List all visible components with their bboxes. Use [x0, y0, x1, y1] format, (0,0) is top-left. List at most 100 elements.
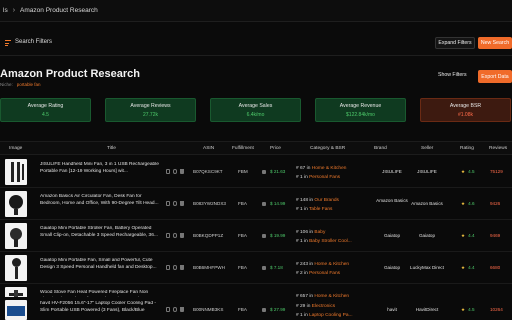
product-title[interactable]: JISULIFE Handheld Mini Fan, 3 in 1 USB R…: [40, 162, 162, 175]
price: $ 21.63: [262, 169, 285, 174]
table-row[interactable]: Gaiatop Mini Portable Stroller Fan, Batt…: [0, 220, 512, 252]
star-icon: ★: [461, 233, 466, 238]
seller[interactable]: Amazon Basics: [402, 201, 452, 206]
column-header-rating[interactable]: Rating: [460, 146, 474, 151]
category-bsr: # 29 in Electronics # 1 in Laptop Coolin…: [296, 304, 353, 318]
page-title: Amazon Product Research: [0, 68, 140, 80]
column-header-reviews[interactable]: Reviews: [489, 146, 507, 151]
product-title[interactable]: Gaiatop Mini Portable Fan, Small and Pow…: [40, 258, 162, 271]
chart-icon[interactable]: [262, 265, 266, 270]
chart-icon[interactable]: [262, 201, 266, 206]
trash-icon[interactable]: [180, 307, 184, 312]
stat-card-average-rating: Average Rating 4.5: [0, 98, 91, 122]
copy-icon[interactable]: [166, 169, 170, 174]
price: $ 19.99: [262, 233, 285, 238]
link-icon[interactable]: [173, 169, 177, 174]
filter-icon[interactable]: [5, 40, 11, 46]
product-image[interactable]: [5, 255, 27, 281]
breadcrumb-current: Amazon Product Research: [20, 7, 98, 14]
asin[interactable]: B00NNMB3KS: [193, 307, 223, 312]
expand-filters-button[interactable]: Expand Filters: [435, 37, 475, 49]
table-row[interactable]: Amazon Basics Air Circulator Fan, Desk F…: [0, 188, 512, 220]
rating: ★ 4.6: [461, 201, 475, 206]
stat-card-average-reviews: Average Reviews 27.72k: [105, 98, 196, 122]
copy-icon[interactable]: [166, 233, 170, 238]
product-title[interactable]: Gaiatop Mini Portable Stroller Fan, Batt…: [40, 226, 162, 239]
column-header-image[interactable]: Image: [9, 146, 22, 151]
niche-value: portable fan: [16, 82, 41, 87]
stat-value: 6.4k/mo: [246, 111, 265, 118]
fulfillment: FBA: [238, 307, 247, 312]
table-row[interactable]: Gaiatop Mini Portable Fan, Small and Pow…: [0, 252, 512, 284]
link-icon[interactable]: [173, 201, 177, 206]
trash-icon[interactable]: [180, 201, 184, 206]
stat-value: 27.72k: [142, 111, 158, 118]
copy-icon[interactable]: [166, 307, 170, 312]
breadcrumb-parent[interactable]: ls: [3, 7, 8, 14]
niche-line: Niche: portable fan: [0, 82, 41, 87]
column-header-category-bsr[interactable]: Category & BSR: [310, 146, 345, 151]
column-header-price[interactable]: Price: [270, 146, 281, 151]
column-header-brand[interactable]: Brand: [374, 146, 387, 151]
product-title[interactable]: havit HV-F2056 15.6"-17" Laptop Cooler C…: [40, 301, 162, 314]
stat-value: 4.5: [42, 111, 49, 118]
column-header-fulfillment[interactable]: Fulfillment: [232, 146, 254, 151]
product-image[interactable]: [5, 300, 27, 320]
seller[interactable]: Gaiatop: [402, 233, 452, 238]
trash-icon[interactable]: [180, 169, 184, 174]
asin[interactable]: B083YW2NDX3: [193, 201, 226, 206]
row-actions: [166, 265, 184, 270]
link-icon[interactable]: [173, 233, 177, 238]
link-icon[interactable]: [173, 265, 177, 270]
fulfillment: FBA: [238, 233, 247, 238]
product-image[interactable]: [5, 223, 27, 249]
chart-icon[interactable]: [262, 307, 266, 312]
product-image[interactable]: [5, 191, 27, 217]
reviews: 6680: [490, 265, 501, 270]
stat-label: Average Revenue: [339, 102, 382, 109]
product-image[interactable]: [5, 159, 27, 185]
star-icon: ★: [461, 169, 466, 174]
link-icon[interactable]: [173, 307, 177, 312]
star-icon: ★: [461, 307, 466, 312]
asin[interactable]: B0B6MHFPWH: [193, 265, 225, 270]
seller[interactable]: JISULIFE: [402, 169, 452, 174]
new-search-button[interactable]: New Search: [478, 37, 512, 49]
fulfillment: FBM: [238, 169, 248, 174]
table-row[interactable]: JISULIFE Handheld Mini Fan, 3 in 1 USB R…: [0, 156, 512, 188]
product-title[interactable]: Amazon Basics Air Circulator Fan, Desk F…: [40, 194, 162, 207]
asin[interactable]: B0BKQDPP1Z: [193, 233, 223, 238]
stat-label: Average BSR: [449, 102, 482, 109]
export-data-button[interactable]: Export Data: [478, 70, 512, 83]
show-filters-button[interactable]: Show Filters: [438, 72, 467, 78]
seller[interactable]: LuckyMax Direct: [402, 265, 452, 270]
asin[interactable]: B07QKSC9KT: [193, 169, 223, 174]
reviews: 9426: [490, 201, 501, 206]
price: $ 27.99: [262, 307, 285, 312]
niche-label: Niche:: [0, 82, 13, 87]
copy-icon[interactable]: [166, 201, 170, 206]
seller[interactable]: HavitDirect: [402, 307, 452, 312]
column-header-title[interactable]: Title: [107, 146, 116, 151]
row-actions: [166, 201, 184, 206]
stat-label: Average Sales: [238, 102, 273, 109]
chart-icon[interactable]: [262, 233, 266, 238]
column-header-seller[interactable]: Seller: [421, 146, 433, 151]
table-row[interactable]: havit HV-F2056 15.6"-17" Laptop Cooler C…: [0, 297, 512, 320]
copy-icon[interactable]: [166, 265, 170, 270]
column-header-asin[interactable]: ASIN: [203, 146, 214, 151]
price: $ 7.18: [262, 265, 283, 270]
stat-card-average-sales: Average Sales 6.4k/mo: [210, 98, 301, 122]
reviews: 75129: [490, 169, 503, 174]
row-actions: [166, 307, 184, 312]
stat-card-average-revenue: Average Revenue $122.84k/mo: [315, 98, 406, 122]
rating: ★4.4: [461, 233, 475, 238]
chart-icon[interactable]: [262, 169, 266, 174]
search-filters-label[interactable]: Search Filters: [15, 39, 52, 45]
fulfillment: FBA: [238, 265, 247, 270]
stat-value: #1.08k: [457, 111, 473, 118]
category-bsr: # 67 in Home & Kitchen # 1 in Personal F…: [296, 166, 347, 180]
top-bar: ls › Amazon Product Research: [0, 0, 512, 22]
trash-icon[interactable]: [180, 233, 184, 238]
trash-icon[interactable]: [180, 265, 184, 270]
